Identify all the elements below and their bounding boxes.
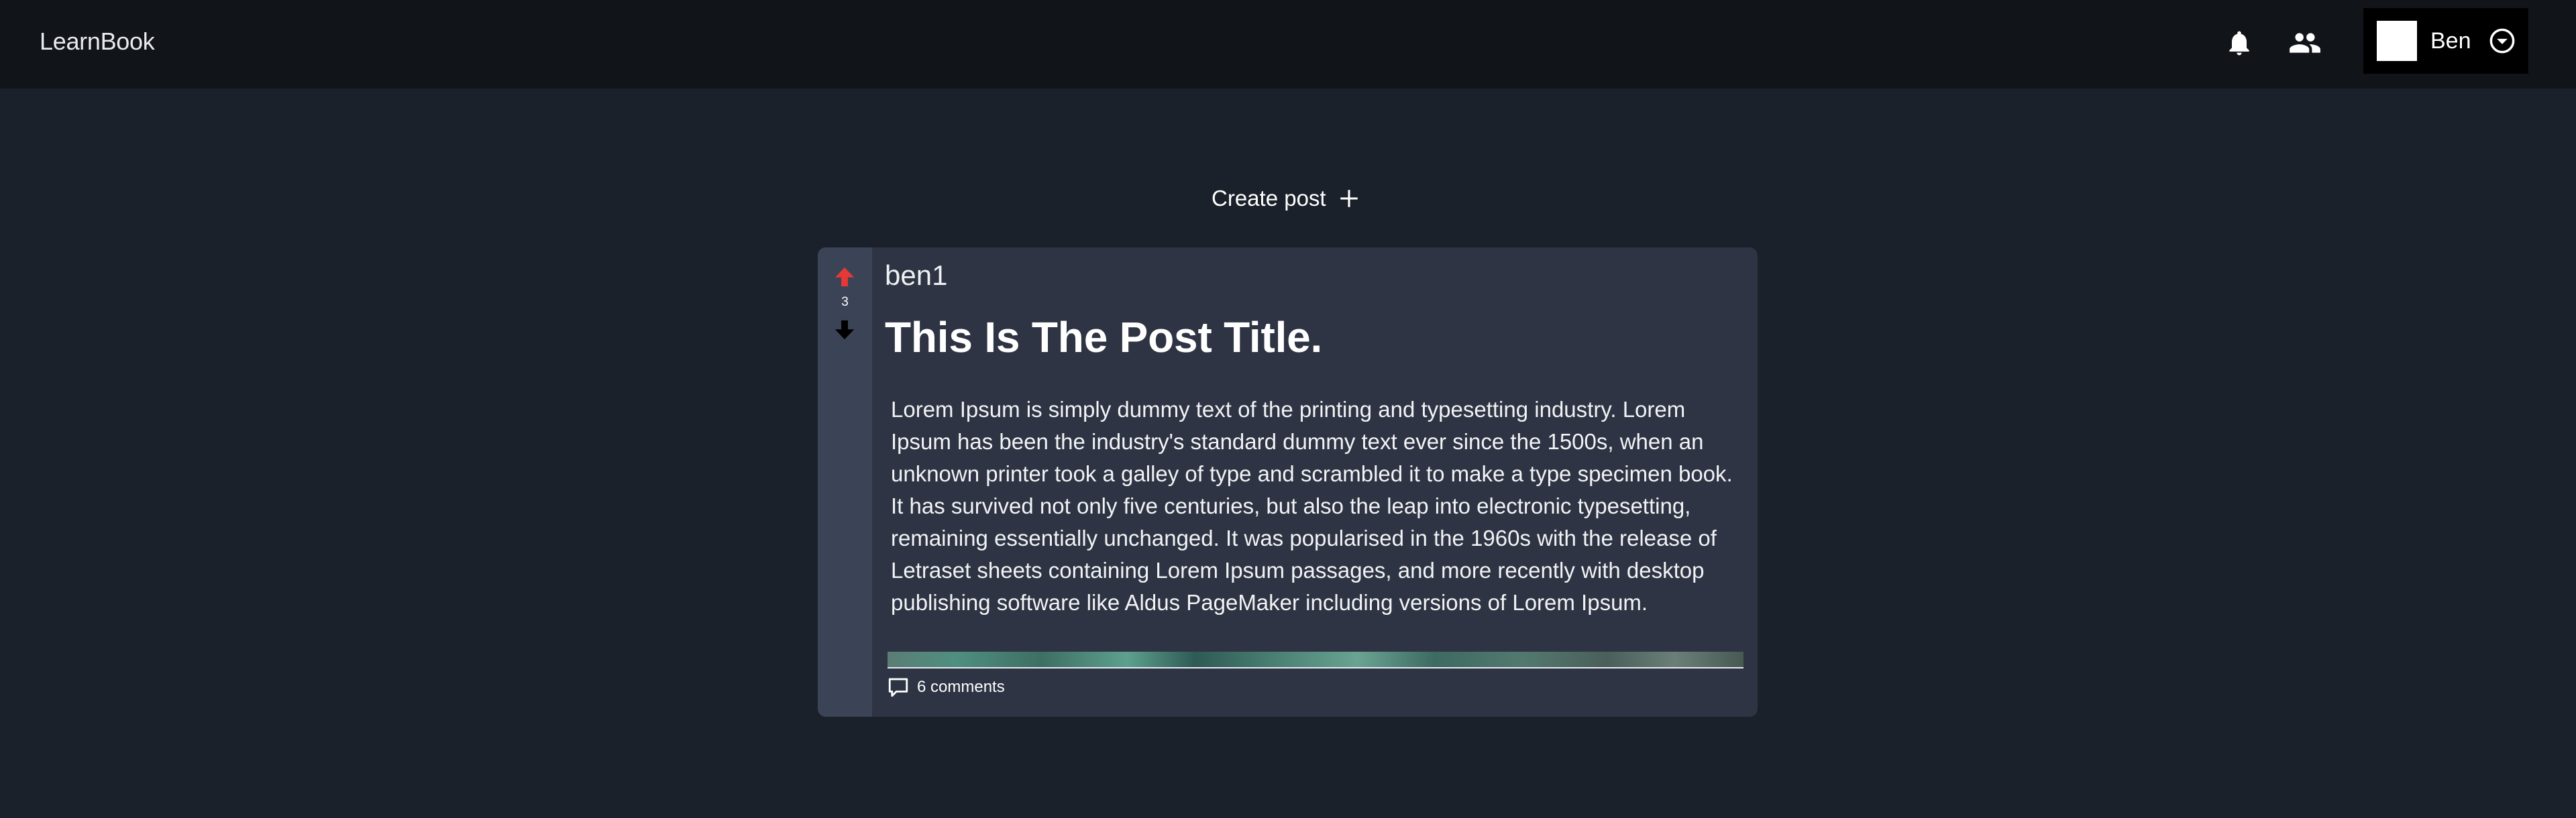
vote-column: 3 [818, 247, 872, 717]
comments-link[interactable]: 6 comments [886, 674, 1005, 701]
downvote-button[interactable] [832, 318, 857, 345]
create-post-label: Create post [1212, 186, 1326, 211]
chevron-down-circle-icon[interactable] [2487, 26, 2517, 56]
post-body: Lorem Ipsum is simply dummy text of the … [891, 397, 1733, 615]
notifications-button[interactable] [2218, 23, 2261, 66]
people-icon [2288, 26, 2322, 63]
post-author[interactable]: ben1 [885, 258, 947, 293]
comment-icon [886, 675, 910, 699]
user-name: Ben [2430, 28, 2471, 54]
create-post-button[interactable]: Create post [1212, 180, 1361, 217]
top-bar: LearnBook Ben [0, 0, 2576, 89]
divider [888, 667, 1743, 668]
post-title[interactable]: This Is The Post Title. [885, 312, 1322, 363]
friends-button[interactable] [2284, 23, 2326, 66]
user-menu[interactable]: Ben [2363, 8, 2528, 74]
brand-logo[interactable]: LearnBook [40, 25, 155, 58]
post-image[interactable] [888, 652, 1743, 668]
upvote-button[interactable] [832, 265, 857, 292]
plus-icon [1337, 186, 1361, 211]
bell-icon [2224, 27, 2254, 62]
arrow-down-icon [833, 318, 856, 345]
post-card: 3 ben1 This Is The Post Title. Lorem Ips… [818, 247, 1758, 717]
comments-count: 6 comments [917, 678, 1005, 696]
avatar [2377, 21, 2417, 61]
vote-count: 3 [841, 295, 849, 309]
arrow-up-icon [833, 265, 856, 292]
